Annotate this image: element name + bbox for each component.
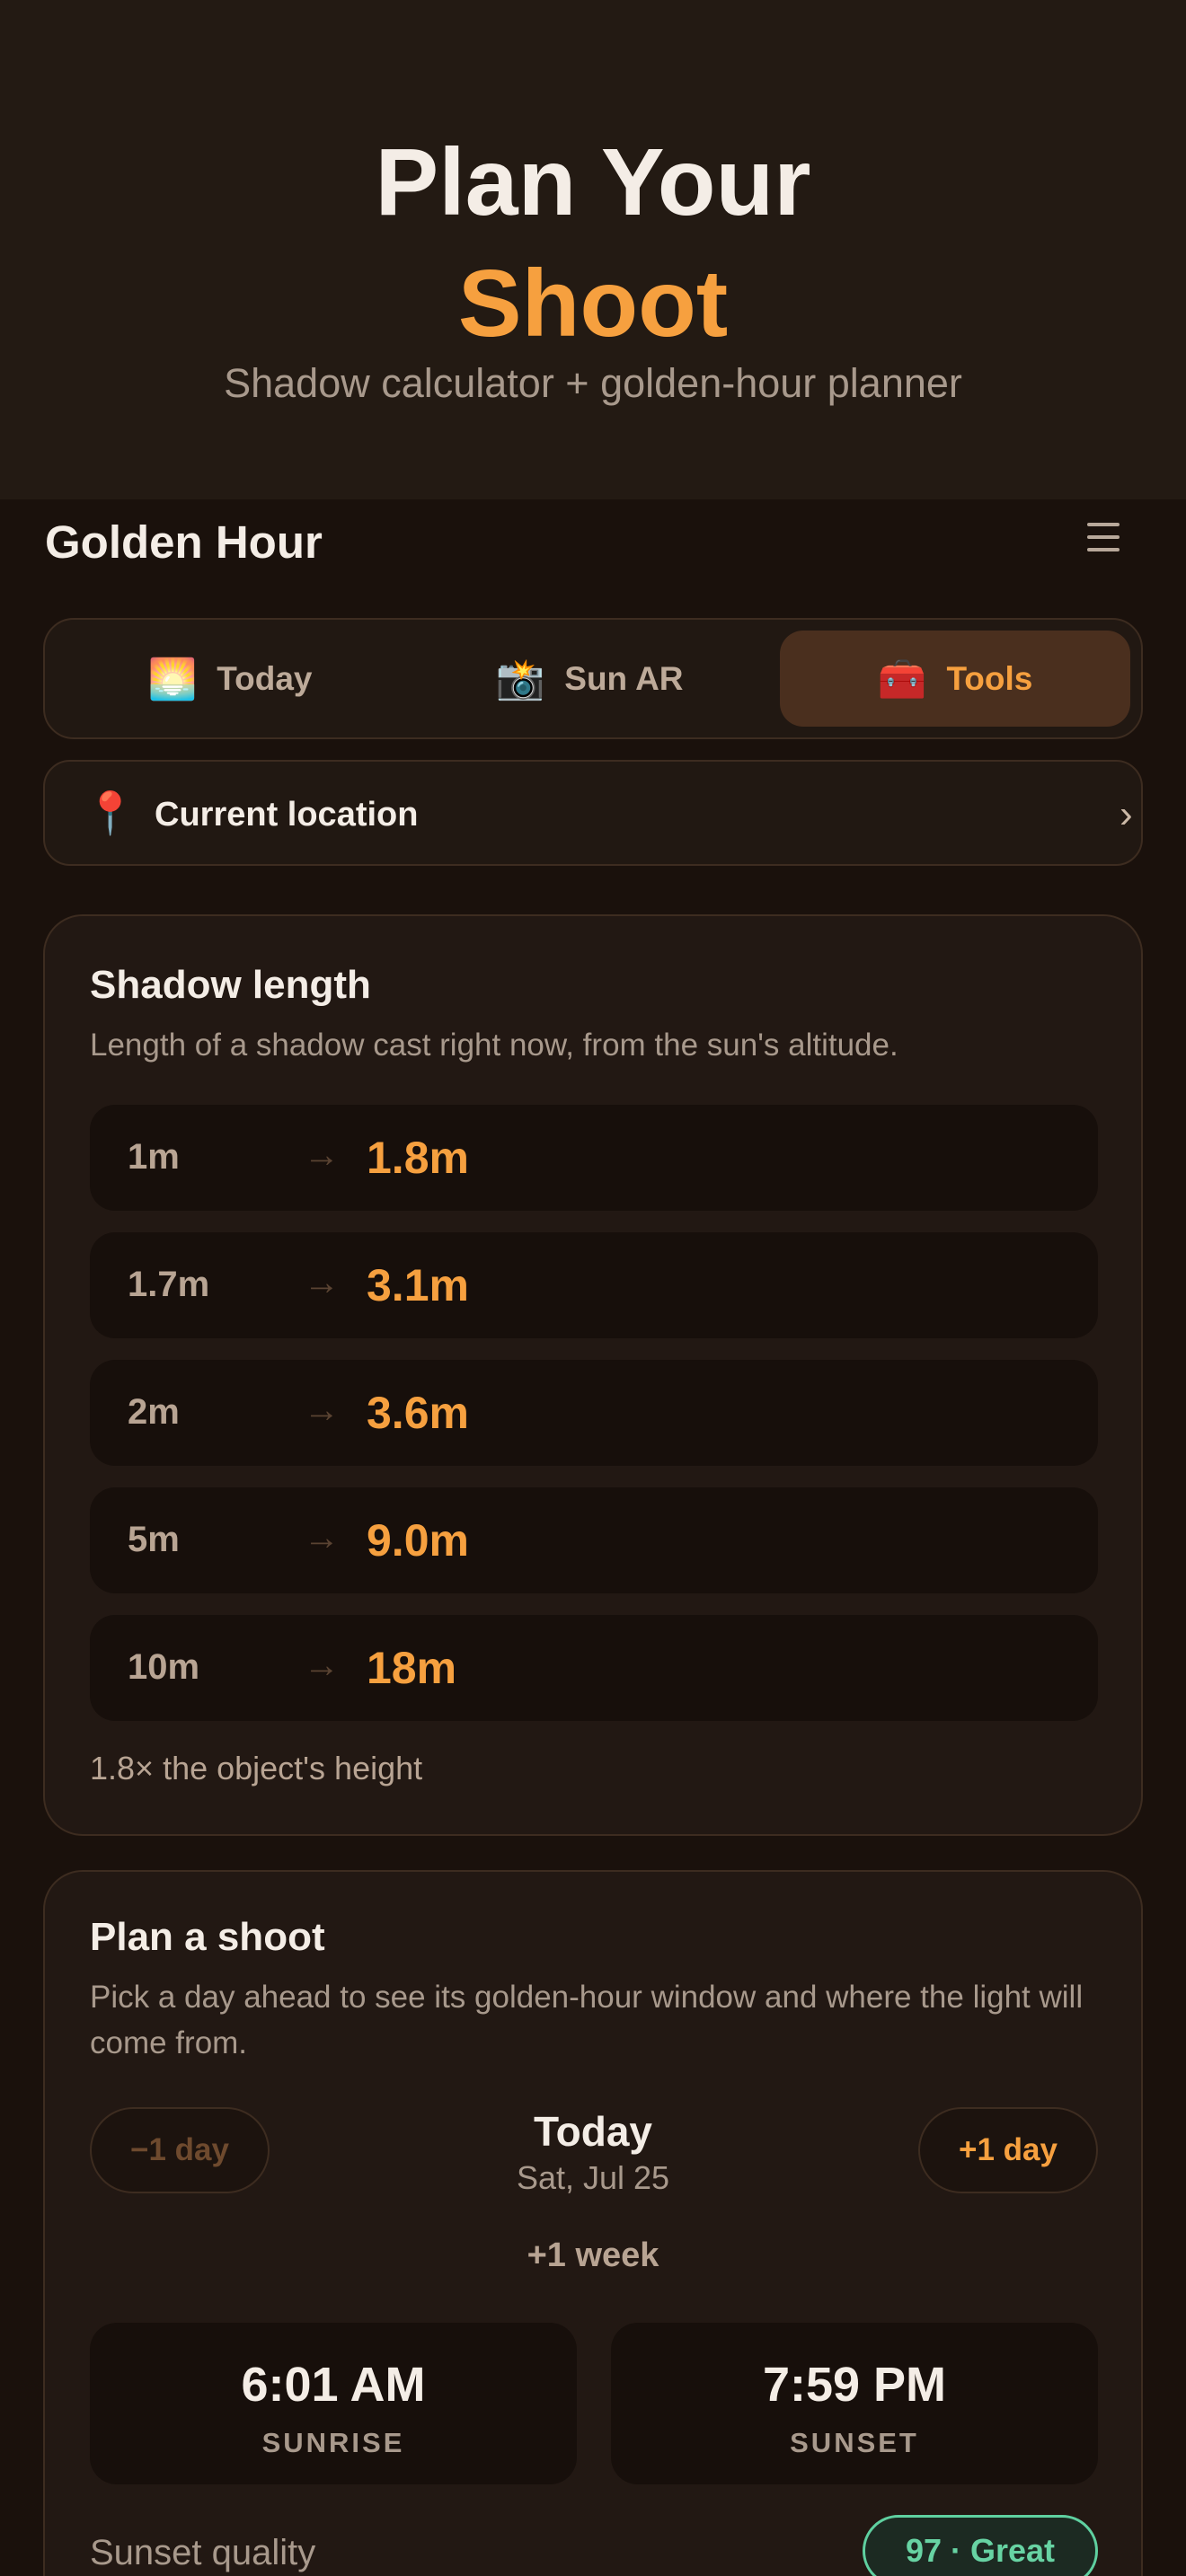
next-day-button[interactable]: +1 day	[918, 2107, 1098, 2193]
object-height: 1.7m	[128, 1265, 210, 1304]
plan-shoot-card: Plan a shoot Pick a day ahead to see its…	[43, 1870, 1143, 2576]
sunset-quality-label: Sunset quality	[90, 2533, 316, 2572]
shadow-row: 5m → 9.0m	[90, 1487, 1098, 1593]
object-height: 5m	[128, 1520, 180, 1559]
sunrise-time: 6:01 AM	[241, 2358, 426, 2412]
toolbox-icon: 🧰	[877, 657, 927, 701]
chevron-right-icon: ›	[1120, 792, 1133, 836]
shadow-card-title: Shadow length	[90, 963, 371, 1007]
tab-bar: 🌅 Today 📸 Sun AR 🧰 Tools	[43, 618, 1143, 739]
hero-subtitle: Shadow calculator + golden-hour planner	[224, 360, 962, 406]
plus-one-week-button[interactable]: +1 week	[45, 2236, 1141, 2275]
shadow-row: 10m → 18m	[90, 1615, 1098, 1721]
location-label: Current location	[155, 796, 419, 834]
sunrise-icon: 🌅	[147, 657, 198, 701]
hamburger-menu-icon[interactable]	[1087, 523, 1120, 551]
shadow-row: 1.7m → 3.1m	[90, 1232, 1098, 1338]
hero-title-line2: Shoot	[457, 251, 729, 357]
hero-title-line1: Plan Your	[375, 129, 811, 235]
object-height: 2m	[128, 1392, 180, 1432]
shadow-length-value: 9.0m	[367, 1515, 469, 1566]
arrow-right-icon: →	[304, 1645, 340, 1685]
location-pin-icon: 📍	[84, 790, 137, 836]
arrow-right-icon: →	[304, 1263, 340, 1302]
sunrise-box: 6:01 AM SUNRISE	[90, 2323, 577, 2484]
tab-today-label: Today	[217, 659, 313, 697]
shadow-length-value: 3.6m	[367, 1388, 469, 1438]
tab-sun-ar[interactable]: 📸 Sun AR	[415, 631, 764, 727]
tab-tools-label: Tools	[946, 659, 1033, 697]
arrow-right-icon: →	[304, 1390, 340, 1430]
arrow-right-icon: →	[304, 1135, 340, 1175]
camera-flash-icon: 📸	[495, 657, 545, 701]
arrow-right-icon: →	[304, 1518, 340, 1557]
app-title: Golden Hour	[45, 516, 323, 568]
plan-card-description: Pick a day ahead to see its golden-hour …	[90, 1980, 1084, 2060]
sunrise-label: SUNRISE	[261, 2427, 405, 2458]
tab-tools[interactable]: 🧰 Tools	[780, 631, 1130, 727]
shadow-length-value: 3.1m	[367, 1260, 469, 1310]
tab-sun-ar-label: Sun AR	[564, 659, 684, 697]
shadow-row: 1m → 1.8m	[90, 1105, 1098, 1211]
shadow-row: 2m → 3.6m	[90, 1360, 1098, 1466]
shadow-length-value: 18m	[367, 1643, 457, 1693]
shadow-length-value: 1.8m	[367, 1133, 469, 1183]
shadow-ratio-text: 1.8× the object's height	[90, 1750, 423, 1786]
plan-card-title: Plan a shoot	[90, 1915, 325, 1959]
sunset-quality-badge: 97 · Great	[863, 2515, 1098, 2576]
sunset-time: 7:59 PM	[762, 2358, 947, 2412]
shadow-length-card: Shadow length Length of a shadow cast ri…	[43, 914, 1143, 1836]
sunset-label: SUNSET	[790, 2427, 919, 2458]
tab-today[interactable]: 🌅 Today	[56, 631, 404, 727]
sunset-box: 7:59 PM SUNSET	[611, 2323, 1098, 2484]
object-height: 1m	[128, 1137, 180, 1177]
object-height: 10m	[128, 1647, 200, 1687]
shadow-card-description: Length of a shadow cast right now, from …	[90, 1028, 898, 1063]
hero-section: Plan Your Shoot Shadow calculator + gold…	[0, 0, 1186, 499]
location-selector[interactable]: 📍 Current location ›	[43, 760, 1143, 866]
